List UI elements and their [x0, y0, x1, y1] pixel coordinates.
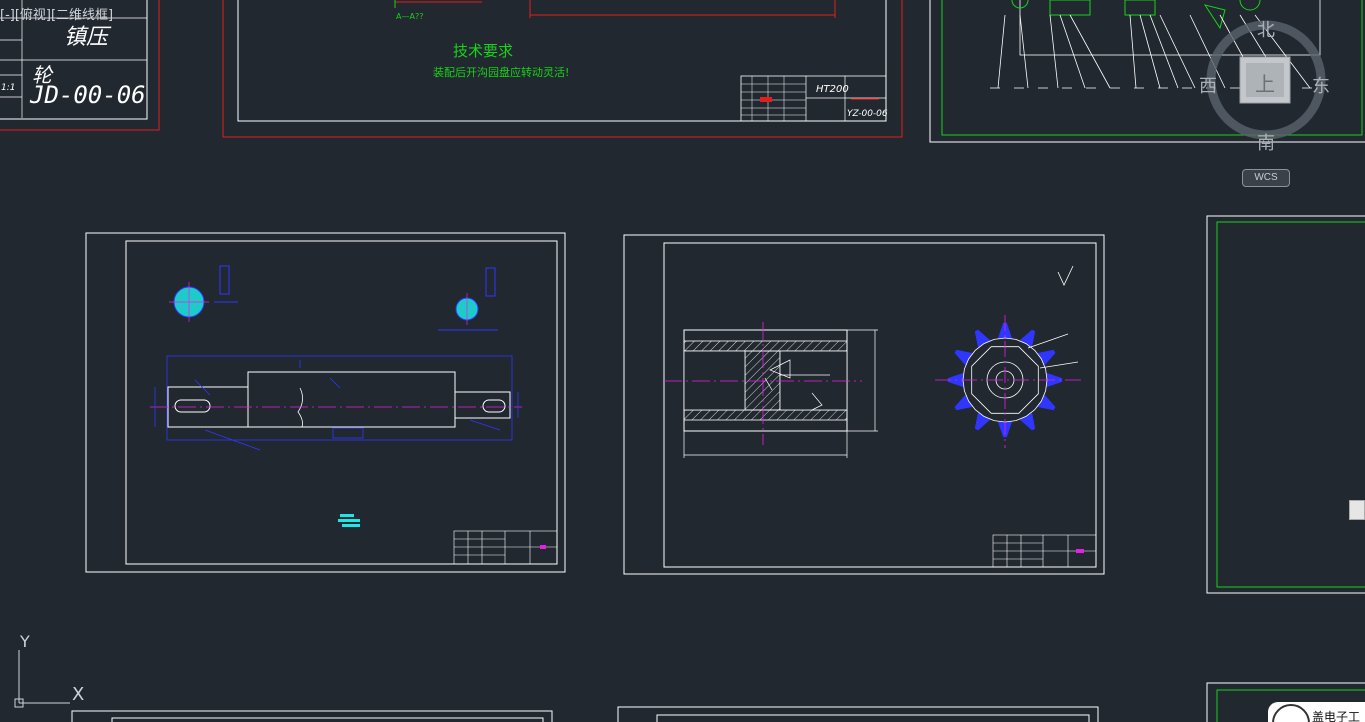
sheet-bottom-left[interactable] [71, 710, 553, 722]
sheet-left-scale: 1:1 [1, 83, 15, 93]
scrollbar-thumb[interactable] [1349, 500, 1365, 520]
avatar [1272, 704, 1310, 722]
sheet-left-title-part1: 镇压 [64, 25, 112, 50]
sheet-right[interactable] [1206, 215, 1365, 594]
sheet-top-center[interactable]: A—A?? 技术要求 装配后开沟园盘应转动灵活! HT200 YZ-00-06 [222, 0, 903, 138]
user-chip[interactable]: 盖电子工 [1268, 702, 1365, 722]
sheet-bottom-center[interactable] [617, 706, 1099, 722]
ucs-y-label: Y [20, 632, 30, 651]
ucs-x-label: X [72, 684, 85, 705]
sprocket-front-view [935, 315, 1082, 448]
compass-south[interactable]: 南 [1257, 129, 1275, 155]
viewcube-top-face[interactable]: 上 [1255, 68, 1275, 97]
wcs-menu-button[interactable]: WCS [1242, 169, 1290, 187]
compass-north[interactable]: 北 [1257, 16, 1275, 42]
title-block-top-center: HT200 YZ-00-06 [740, 75, 888, 122]
sheet-left-drawing-no: JD-00-06 [29, 81, 146, 109]
material-label: HT200 [816, 84, 849, 95]
section-label: A—A?? [396, 12, 423, 21]
drawing-canvas[interactable]: 镇压 轮 JD-00-06 1:1 A—A?? 技术要求 装配后开沟园盘应转动灵… [0, 0, 1365, 722]
ucs-icon [14, 650, 70, 708]
tech-req-title: 技术要求 [453, 42, 513, 60]
user-name: 盖电子工 [1312, 710, 1361, 722]
sheet-shaft[interactable] [85, 232, 566, 573]
compass-west[interactable]: 西 [1199, 72, 1217, 98]
drawing-no-label: YZ-00-06 [847, 109, 888, 119]
viewport-label[interactable]: [-][俯视][二维线框] [0, 4, 113, 23]
tech-req-text: 装配后开沟园盘应转动灵活! [433, 65, 569, 79]
compass-east[interactable]: 东 [1312, 72, 1330, 98]
sheet-sprocket[interactable] [623, 234, 1105, 575]
